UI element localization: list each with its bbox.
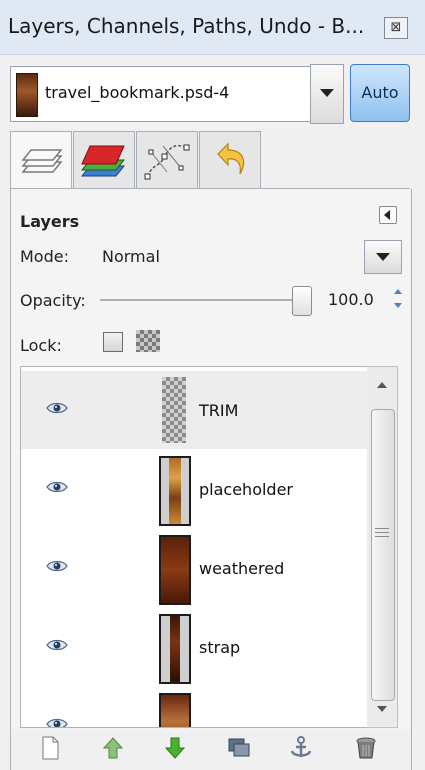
spin-up-icon[interactable] xyxy=(394,289,402,294)
raise-layer-button[interactable] xyxy=(100,735,126,761)
layer-list[interactable]: TRIM placeholder weathered strap xyxy=(20,366,368,728)
layer-name: placeholder xyxy=(199,480,293,499)
new-layer-icon xyxy=(42,736,59,760)
image-thumbnail xyxy=(16,73,38,117)
opacity-spinner[interactable] xyxy=(393,286,403,314)
duplicate-layer-button[interactable] xyxy=(226,735,252,761)
paths-icon xyxy=(144,144,190,180)
scroll-down-button[interactable] xyxy=(368,700,396,720)
tab-undo[interactable] xyxy=(199,131,261,189)
anchor-layer-icon xyxy=(290,736,312,757)
layer-thumbnail xyxy=(159,614,191,684)
delete-layer-button[interactable] xyxy=(353,735,379,761)
layer-thumbnail xyxy=(159,693,191,727)
layer-thumbnail xyxy=(159,535,191,605)
layer-toolbar xyxy=(10,729,412,770)
layer-row[interactable]: placeholder xyxy=(21,450,367,528)
image-selector-dropdown-button[interactable] xyxy=(310,64,344,124)
mode-label: Mode: xyxy=(20,247,69,266)
image-selector[interactable]: travel_bookmark.psd-4 xyxy=(10,66,342,122)
layer-thumbnail xyxy=(162,377,186,443)
mode-dropdown-button[interactable] xyxy=(364,240,402,274)
undo-icon xyxy=(217,142,245,175)
tab-paths[interactable] xyxy=(136,131,198,189)
eye-icon[interactable] xyxy=(46,638,68,652)
scroll-thumb[interactable] xyxy=(371,409,395,701)
layer-name: TRIM xyxy=(199,401,239,420)
duplicate-layer-icon xyxy=(228,738,250,757)
lock-label: Lock: xyxy=(20,336,62,355)
eye-icon[interactable] xyxy=(46,401,68,415)
panel-heading: Layers xyxy=(20,212,80,231)
layer-name: weathered xyxy=(199,559,285,578)
tab-layers[interactable] xyxy=(10,131,72,190)
new-layer-button[interactable] xyxy=(37,735,63,761)
channels-icon xyxy=(80,145,126,177)
layer-row[interactable] xyxy=(21,687,367,727)
eye-icon[interactable] xyxy=(46,717,68,727)
anchor-layer-button[interactable] xyxy=(288,735,314,761)
layer-thumbnail xyxy=(159,456,191,526)
lock-alpha-icon[interactable] xyxy=(136,330,160,352)
close-button[interactable]: ⊠ xyxy=(384,17,408,39)
eye-icon[interactable] xyxy=(46,480,68,494)
layer-name: strap xyxy=(199,638,241,657)
window-title: Layers, Channels, Paths, Undo - B... xyxy=(8,14,365,38)
scroll-up-button[interactable] xyxy=(368,376,396,396)
tab-channels[interactable] xyxy=(73,131,135,189)
delete-layer-icon xyxy=(356,737,376,759)
mode-select[interactable]: Normal xyxy=(102,247,160,266)
layers-icon xyxy=(21,149,63,173)
layer-row[interactable]: weathered xyxy=(21,529,367,607)
grip-icon xyxy=(375,528,389,538)
lower-layer-button[interactable] xyxy=(162,735,188,761)
chevron-down-icon xyxy=(376,253,390,261)
opacity-value[interactable]: 100.0 xyxy=(328,290,374,309)
triangle-left-icon xyxy=(384,210,390,220)
chevron-down-icon xyxy=(320,89,334,97)
lower-layer-icon xyxy=(164,737,186,759)
lock-pixels-checkbox[interactable] xyxy=(103,332,123,352)
opacity-slider-handle[interactable] xyxy=(292,286,312,316)
spin-down-icon[interactable] xyxy=(394,303,402,308)
arrow-down-icon xyxy=(377,706,387,712)
auto-button[interactable]: Auto xyxy=(350,64,410,122)
opacity-slider-fill xyxy=(100,299,292,301)
arrow-up-icon xyxy=(377,382,387,388)
panel-menu-button[interactable] xyxy=(379,206,397,224)
layer-row[interactable]: TRIM xyxy=(21,371,367,449)
layer-row[interactable]: strap xyxy=(21,608,367,686)
eye-icon[interactable] xyxy=(46,559,68,573)
raise-layer-icon xyxy=(102,737,124,759)
image-name: travel_bookmark.psd-4 xyxy=(45,83,230,102)
opacity-label: Opacity: xyxy=(20,291,86,310)
